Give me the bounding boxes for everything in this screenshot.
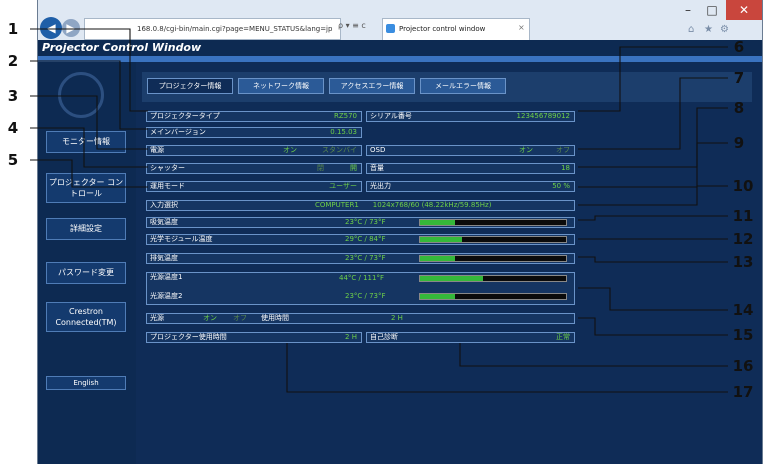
callout-12: 12 [732, 230, 754, 248]
callout-6: 6 [733, 38, 745, 56]
callout-3: 3 [7, 87, 19, 105]
callout-7: 7 [733, 69, 745, 87]
callout-lines [30, 28, 728, 393]
callout-2: 2 [7, 52, 19, 70]
callout-17: 17 [732, 383, 754, 401]
callout-14: 14 [732, 301, 754, 319]
callout-13: 13 [732, 253, 754, 271]
callout-15: 15 [732, 326, 754, 344]
callout-8: 8 [733, 99, 745, 117]
callout-5: 5 [7, 151, 19, 169]
callout-4: 4 [7, 119, 19, 137]
callout-1: 1 [7, 20, 19, 38]
callout-16: 16 [732, 357, 754, 375]
callout-11: 11 [732, 207, 754, 225]
callout-10: 10 [732, 177, 754, 195]
callout-9: 9 [733, 134, 745, 152]
